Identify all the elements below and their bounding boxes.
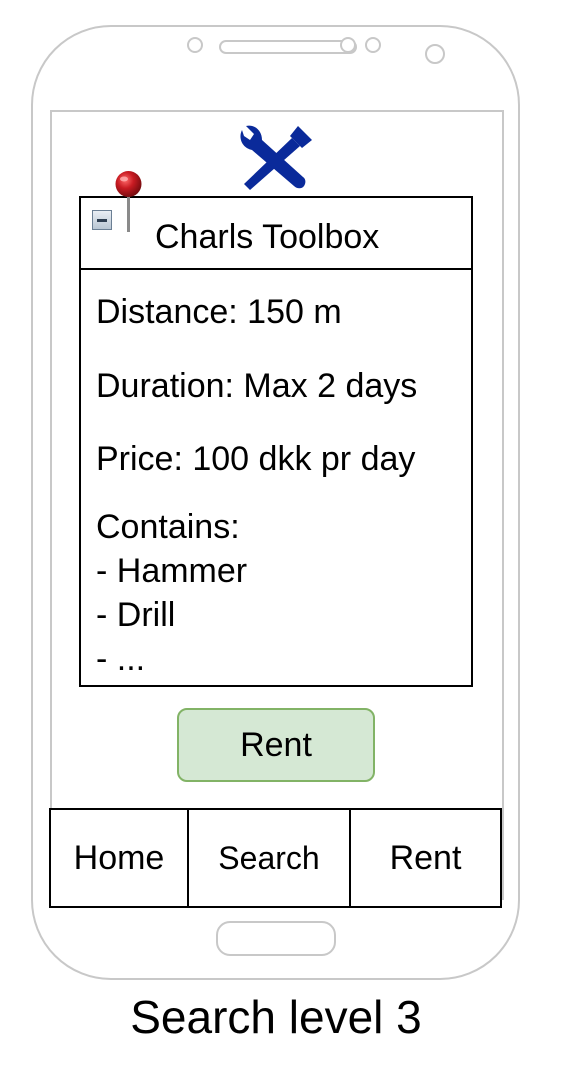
tab-home[interactable]: Home xyxy=(49,808,189,908)
price-text: Price: 100 dkk pr day xyxy=(96,440,416,478)
collapse-icon[interactable] xyxy=(92,210,112,230)
home-key[interactable] xyxy=(216,921,336,956)
sensor-dot-far xyxy=(425,44,445,64)
contains-label: Contains: xyxy=(96,508,240,546)
card-title: Charls Toolbox xyxy=(155,218,380,256)
tab-search[interactable]: Search xyxy=(187,808,351,908)
sensor-dot-right xyxy=(365,37,381,53)
distance-text: Distance: 150 m xyxy=(96,293,342,331)
tab-rent[interactable]: Rent xyxy=(349,808,502,908)
toolbox-card[interactable]: Charls Toolbox Distance: 150 m Duration:… xyxy=(79,196,473,687)
rent-button[interactable]: Rent xyxy=(177,708,375,782)
content-item: - Hammer xyxy=(96,552,248,590)
earpiece-speaker xyxy=(219,40,357,54)
wrench-screwdriver-icon xyxy=(240,125,312,190)
content-item: - ... xyxy=(96,640,146,678)
front-camera xyxy=(187,37,203,53)
content-item: - Drill xyxy=(96,596,176,634)
sensor-dot-left xyxy=(340,37,356,53)
diagram-caption: Search level 3 xyxy=(130,991,422,1043)
duration-text: Duration: Max 2 days xyxy=(96,367,418,405)
map-pin-icon xyxy=(115,171,142,232)
